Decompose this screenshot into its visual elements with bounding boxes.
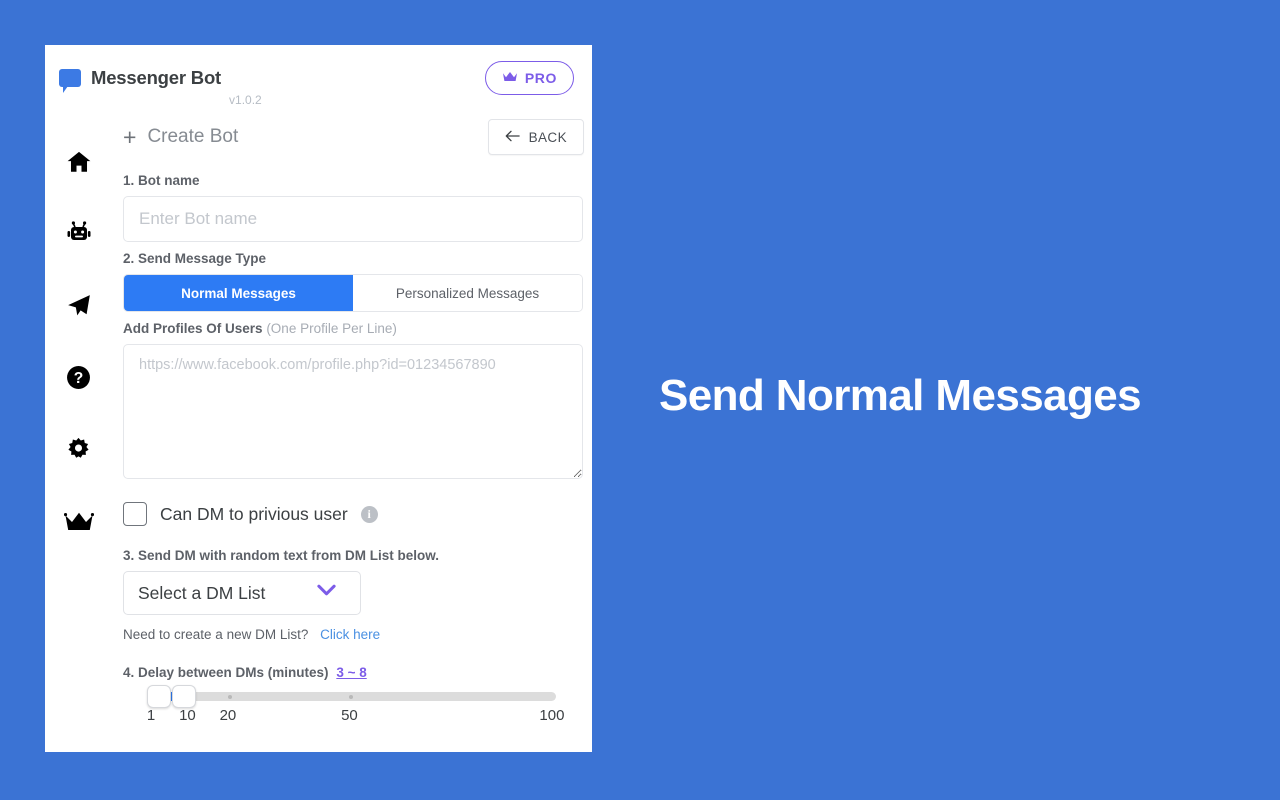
sidebar-item-settings[interactable] (55, 416, 103, 488)
sidebar-item-help[interactable]: ? (55, 344, 103, 416)
delay-slider-scale: 1 10 20 50 100 (147, 707, 565, 727)
tab-normal-messages[interactable]: Normal Messages (124, 275, 353, 311)
page-title-label: Create Bot (147, 126, 239, 147)
sidebar: ? (45, 110, 112, 752)
delay-slider[interactable]: 1 10 20 50 100 (147, 685, 565, 727)
profiles-label-hint: (One Profile Per Line) (266, 321, 397, 336)
dm-list-help: Need to create a new DM List? Click here (123, 627, 584, 642)
speech-bubble-icon (59, 68, 81, 93)
delay-label-text: 4. Delay between DMs (minutes) (123, 665, 329, 680)
home-icon (66, 149, 92, 180)
tab-personalized-messages[interactable]: Personalized Messages (353, 275, 582, 311)
scale-label-20: 20 (219, 707, 237, 724)
card-body: ? + Create Bot BACK 1. Bot name Enter Bo… (45, 110, 592, 752)
app-card: Messenger Bot v1.0.2 PRO ? + Create Bot … (45, 45, 592, 752)
svg-text:?: ? (74, 370, 84, 387)
crown-icon (502, 70, 518, 86)
gear-icon (66, 437, 91, 467)
dm-previous-user-checkbox[interactable] (123, 502, 147, 526)
paper-plane-icon (65, 293, 93, 324)
question-circle-icon: ? (66, 365, 91, 395)
delay-slider-handle-min[interactable] (147, 685, 171, 708)
dm-list-select[interactable]: Select a DM List (123, 571, 361, 615)
sidebar-item-send[interactable] (55, 272, 103, 344)
plus-icon: + (123, 123, 137, 150)
crown-icon (63, 511, 94, 538)
dm-list-label: 3. Send DM with random text from DM List… (123, 548, 440, 563)
chevron-down-icon (317, 584, 336, 602)
sidebar-item-bots[interactable] (55, 200, 103, 272)
brand-bar: Messenger Bot v1.0.2 PRO (45, 45, 592, 110)
main-header: + Create Bot BACK (123, 110, 584, 164)
sidebar-item-home[interactable] (55, 128, 103, 200)
profiles-label-main: Add Profiles Of Users (123, 321, 263, 336)
dm-previous-user-label: Can DM to privious user (160, 503, 348, 524)
message-type-label: 2. Send Message Type (123, 251, 267, 266)
dm-list-help-text: Need to create a new DM List? (123, 627, 309, 642)
profiles-textarea[interactable] (123, 344, 583, 479)
scale-label-100: 100 (539, 707, 565, 724)
pro-badge[interactable]: PRO (484, 60, 574, 95)
delay-slider-handle-max[interactable] (172, 685, 196, 708)
delay-label: 4. Delay between DMs (minutes) 3 ~ 8 (123, 665, 584, 680)
bot-name-input[interactable] (123, 196, 583, 242)
dm-list-help-link[interactable]: Click here (320, 627, 380, 642)
back-button[interactable]: BACK (487, 119, 584, 155)
dm-list-selected-value: Select a DM List (138, 582, 266, 603)
delay-range-value[interactable]: 3 ~ 8 (336, 665, 366, 680)
arrow-left-icon (505, 130, 520, 145)
info-circle-icon[interactable]: i (360, 505, 378, 523)
robot-icon (65, 220, 93, 252)
slider-tick-20 (227, 695, 232, 699)
pro-badge-label: PRO (524, 69, 557, 86)
sidebar-item-premium[interactable] (55, 488, 103, 560)
back-button-label: BACK (528, 129, 567, 145)
headline: Send Normal Messages (659, 371, 1142, 420)
message-type-tabs: Normal Messages Personalized Messages (123, 274, 583, 312)
scale-label-1: 1 (146, 707, 156, 724)
profiles-label: Add Profiles Of Users (One Profile Per L… (123, 321, 584, 336)
scale-label-10: 10 (179, 707, 196, 724)
main-content: + Create Bot BACK 1. Bot name 2. Send Me… (112, 110, 592, 752)
brand-name: Messenger Bot (91, 66, 222, 88)
dm-previous-user-row: Can DM to privious user i (123, 502, 584, 526)
page-title: + Create Bot (123, 123, 239, 150)
brand-version: v1.0.2 (229, 93, 262, 107)
delay-slider-track[interactable] (147, 685, 556, 708)
slider-tick-50 (349, 695, 354, 699)
bot-name-label: 1. Bot name (123, 173, 200, 188)
scale-label-50: 50 (341, 707, 358, 724)
